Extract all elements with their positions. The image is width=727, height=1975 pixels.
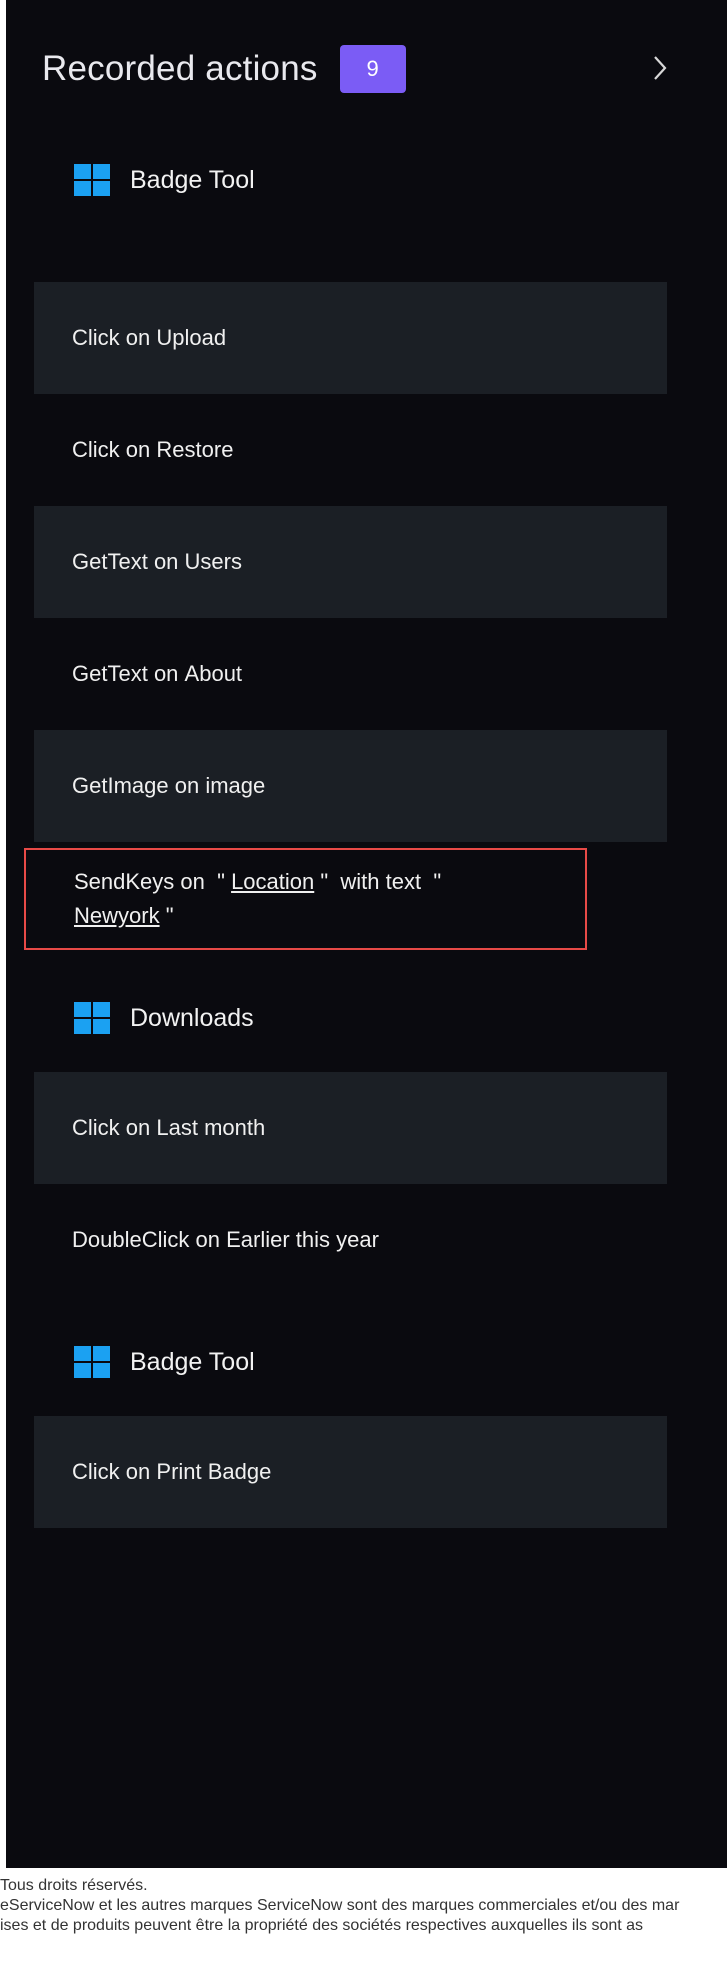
windows-logo-icon — [74, 164, 110, 196]
footer-legal-text: Tous droits réservés. eServiceNow et les… — [0, 1876, 727, 1936]
action-on: on — [180, 869, 205, 894]
windows-logo-icon — [74, 1346, 110, 1378]
action-row[interactable]: GetText on About — [34, 618, 667, 730]
chevron-right-icon[interactable] — [646, 52, 674, 84]
action-row[interactable]: GetImage on image — [34, 730, 667, 842]
action-verb: GetImage — [72, 773, 169, 798]
footer-line: Tous droits réservés. — [0, 1877, 148, 1894]
with-text-label: with text — [340, 869, 422, 894]
group-label: Badge Tool — [130, 1347, 255, 1376]
group-header-downloads: Downloads — [74, 998, 254, 1038]
action-target: About — [184, 661, 243, 686]
action-on: on — [153, 549, 179, 574]
panel-header: Recorded actions 9 — [42, 42, 406, 96]
action-verb: Click — [72, 325, 120, 350]
group-header-badge-tool: Badge Tool — [74, 160, 255, 200]
panel-title: Recorded actions — [42, 49, 318, 88]
action-row[interactable]: Click on Restore — [34, 394, 667, 506]
action-verb: DoubleClick — [72, 1227, 190, 1252]
action-on: on — [125, 1115, 151, 1140]
action-target: image — [205, 773, 266, 798]
action-target: Print Badge — [156, 1459, 272, 1484]
action-row-selected[interactable]: SendKeys on " Location " with text " Newy… — [24, 848, 587, 950]
action-target: Earlier this year — [226, 1227, 379, 1252]
action-target: Last month — [156, 1115, 266, 1140]
group-label: Badge Tool — [130, 165, 255, 194]
value-link[interactable]: Newyork — [74, 903, 160, 928]
field-link[interactable]: Location — [231, 869, 314, 894]
action-on: on — [153, 661, 179, 686]
action-verb: Click — [72, 437, 120, 462]
footer-line: eServiceNow et les autres marques Servic… — [0, 1897, 680, 1914]
action-on: on — [174, 773, 200, 798]
action-row[interactable]: Click on Print Badge — [34, 1416, 667, 1528]
action-verb: Click — [72, 1115, 120, 1140]
action-verb: GetText — [72, 661, 148, 686]
group-header-badge-tool: Badge Tool — [74, 1342, 255, 1382]
action-on: on — [125, 437, 151, 462]
recorded-actions-panel: Recorded actions 9 Badge Tool Click on U… — [6, 0, 727, 1868]
action-count-badge: 9 — [339, 45, 406, 93]
windows-logo-icon — [74, 1002, 110, 1034]
action-target: Upload — [156, 325, 227, 350]
action-target: Users — [184, 549, 242, 574]
footer-line: ises et de produits peuvent être la prop… — [0, 1917, 644, 1934]
action-row[interactable]: DoubleClick on Earlier this year — [34, 1184, 667, 1296]
action-row[interactable]: GetText on Users — [34, 506, 667, 618]
action-verb: GetText — [72, 549, 148, 574]
action-on: on — [125, 325, 151, 350]
action-verb: SendKeys — [74, 869, 175, 894]
action-on: on — [125, 1459, 151, 1484]
action-verb: Click — [72, 1459, 120, 1484]
action-target: Restore — [156, 437, 234, 462]
action-on: on — [195, 1227, 220, 1252]
action-row[interactable]: Click on Upload — [34, 282, 667, 394]
group-label: Downloads — [130, 1003, 254, 1032]
action-row[interactable]: Click on Last month — [34, 1072, 667, 1184]
